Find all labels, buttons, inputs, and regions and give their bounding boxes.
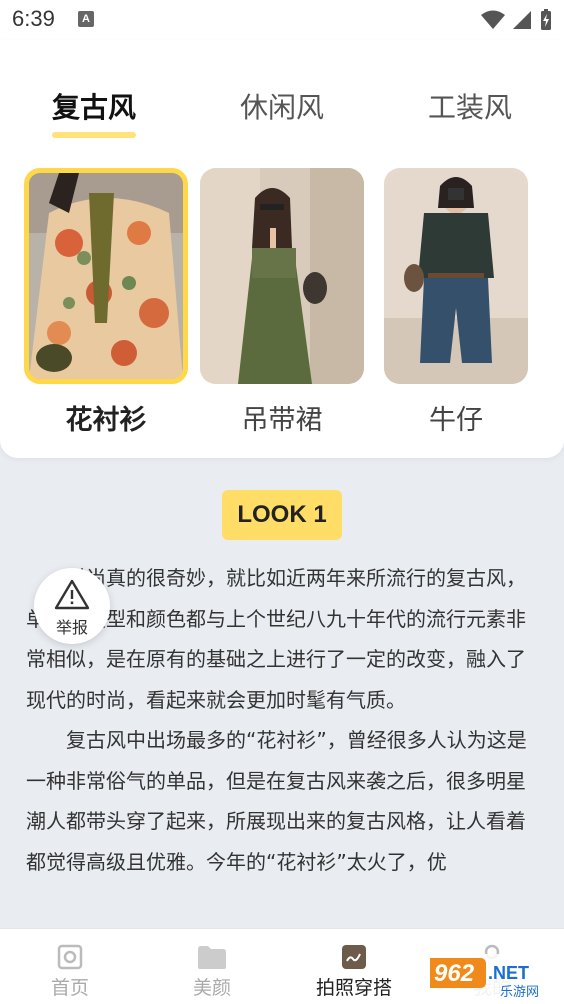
watermark-logo: 962 .NET 乐游网 [426,954,560,1000]
home-icon [57,944,83,970]
style-card-label-floral-shirt: 花衬衫 [65,405,147,436]
status-icons [480,8,554,32]
status-time: 6:39 [12,6,55,31]
look-badge: LOOK 1 [222,490,342,540]
style-card-label-slip-dress: 吊带裙 [241,405,323,436]
tab-retro[interactable]: 复古风 [34,86,154,126]
nav-home-label: 首页 [50,977,89,999]
battery-icon [541,9,551,30]
style-card-floral-shirt[interactable] [24,168,188,384]
signal-icon [512,11,531,29]
style-card-slip-dress[interactable] [200,168,364,384]
svg-text:962: 962 [434,960,475,987]
style-card-label-denim: 牛仔 [429,405,483,436]
style-selector-panel: 复古风 休闲风 工装风 花衬衫 吊带裙 牛仔 [0,40,564,458]
article-paragraph: 复古风中出场最多的“花衬衫”，曾经很多人认为这是一种非常俗气的单品，但是在复古风… [26,728,527,874]
outfit-icon [342,945,366,969]
denim-outfit-photo [384,168,528,384]
tab-casual[interactable]: 休闲风 [222,86,342,126]
tab-workwear[interactable]: 工装风 [410,86,530,126]
wifi-icon [480,10,505,29]
report-label: 举报 [55,618,88,637]
nav-outfit[interactable]: 拍照穿搭 [302,929,406,1004]
floral-shirt-photo [29,173,183,379]
nav-beauty-label: 美颜 [192,977,231,999]
notification-a-icon: A [78,11,94,27]
report-button[interactable]: 举报 [34,568,110,644]
nav-home[interactable]: 首页 [20,929,120,1004]
status-bar: 6:39 A [0,0,564,40]
nav-beauty[interactable]: 美颜 [162,929,262,1004]
active-tab-indicator [52,132,136,138]
folder-icon [198,946,226,969]
warning-icon [54,579,90,610]
style-card-denim[interactable] [384,168,528,384]
slip-dress-photo [200,168,364,384]
svg-text:.NET: .NET [488,963,529,983]
nav-outfit-label: 拍照穿搭 [315,977,392,999]
svg-text:乐游网: 乐游网 [500,985,539,1000]
